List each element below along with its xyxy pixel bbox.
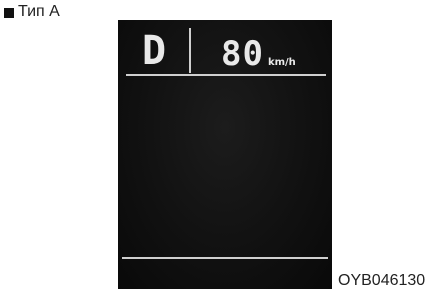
speed-readout: 80 km/h — [221, 36, 296, 72]
figure-code: OYB046130 — [338, 272, 426, 289]
vertical-divider — [189, 28, 191, 73]
top-divider-line — [126, 74, 326, 76]
type-label-text: Тип A — [18, 3, 60, 20]
type-label: Тип A — [4, 3, 60, 21]
cluster-display: D 80 km/h — [118, 20, 332, 289]
speed-unit: km/h — [267, 57, 296, 68]
gear-indicator: D — [142, 28, 167, 74]
bottom-divider-line — [122, 257, 328, 259]
black-square-icon — [4, 7, 14, 18]
speed-value: 80 — [221, 34, 264, 74]
